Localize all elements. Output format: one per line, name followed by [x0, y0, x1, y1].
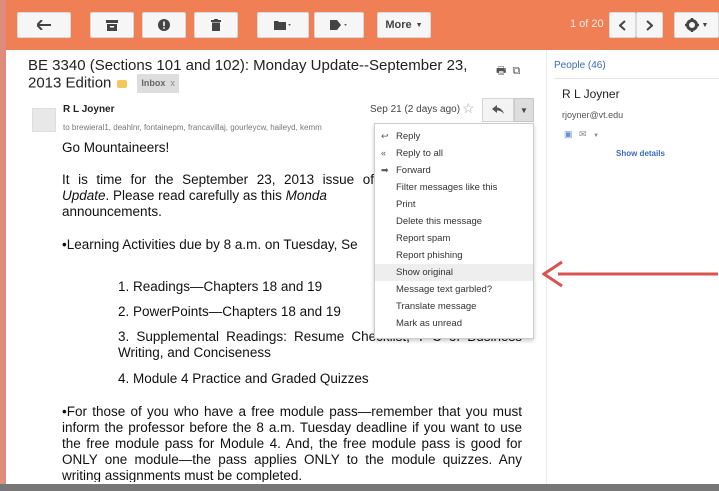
menu-item-label: Message text garbled? — [396, 284, 493, 295]
new-window-icon[interactable]: ⧉ — [512, 65, 520, 77]
menu-item-filter[interactable]: Filter messages like this — [375, 179, 533, 196]
chevron-right-icon — [646, 19, 653, 31]
pager-text: 1 of 20 — [570, 18, 604, 30]
menu-item-label: Forward — [396, 165, 431, 176]
chevron-down-icon: ▼ — [701, 21, 709, 29]
forward-icon: ➡ — [381, 165, 389, 175]
menu-item-translate[interactable]: Translate message — [375, 298, 533, 315]
subject-actions: 🖶 ⧉ — [496, 62, 520, 81]
remove-label-icon[interactable]: x — [170, 78, 175, 88]
reply-all-icon: « — [381, 148, 387, 158]
chat-icon[interactable]: ▣ — [564, 129, 573, 139]
more-options-button[interactable]: ▼ — [514, 98, 534, 122]
toolbar: More ▼ 1 of 20 ▼ — [6, 0, 719, 50]
print-all-icon[interactable]: 🖶 — [496, 65, 506, 77]
menu-item-reply[interactable]: ↩ Reply — [375, 128, 533, 145]
settings-icon — [684, 18, 699, 32]
menu-item-garbled[interactable]: Message text garbled? — [375, 281, 533, 298]
avatar — [32, 108, 56, 132]
importance-marker-icon[interactable] — [117, 79, 128, 88]
p1-part-b: Update — [62, 188, 106, 203]
inbox-label[interactable]: Inbox x — [137, 74, 179, 93]
menu-item-reply-to-all[interactable]: « Reply to all — [375, 145, 533, 162]
menu-item-mark-unread[interactable]: Mark as unread — [375, 315, 533, 332]
back-icon — [37, 20, 51, 30]
message-date: Sep 21 (2 days ago) — [370, 104, 461, 115]
contact-actions: ▣ ✉ ▼ — [564, 129, 599, 140]
list-item: 4. Module 4 Practice and Graded Quizzes — [118, 371, 369, 386]
reply-icon — [492, 101, 504, 119]
menu-item-forward[interactable]: ➡ Forward — [375, 162, 533, 179]
menu-item-label: Delete this message — [396, 216, 483, 227]
menu-item-label: Report phishing — [396, 250, 463, 261]
p1-part-e: announcements. — [62, 204, 162, 219]
menu-item-label: Mark as unread — [396, 318, 463, 329]
settings-button[interactable]: ▼ — [674, 12, 719, 38]
report-spam-button[interactable] — [142, 12, 186, 38]
reply-button[interactable] — [482, 98, 514, 122]
message-actions-menu: ↩ Reply « Reply to all ➡ Forward Filter mes… — [374, 123, 534, 339]
reply-icon: ↩ — [381, 131, 389, 141]
subject-line: BE 3340 (Sections 101 and 102): Monday U… — [28, 57, 468, 93]
menu-item-print[interactable]: Print — [375, 196, 533, 213]
menu-item-label: Reply — [396, 131, 421, 142]
archive-button[interactable] — [90, 12, 134, 38]
back-button[interactable] — [17, 12, 71, 38]
menu-item-label: Translate message — [396, 301, 477, 312]
gmail-window: More ▼ 1 of 20 ▼ BE 3340 (Sections 101 a… — [6, 0, 719, 484]
older-button[interactable] — [636, 12, 663, 38]
report-spam-icon — [158, 19, 170, 31]
star-icon[interactable]: ☆ — [462, 100, 475, 117]
contact-card: R L Joyner rjoyner@vt.edu ▣ ✉ ▼ Show det… — [554, 78, 719, 161]
p1-part-d: Monda — [285, 188, 327, 203]
p1-part-a: It is time for the September 23, 2013 is… — [62, 172, 374, 187]
more-label: More — [385, 19, 412, 31]
email-icon[interactable]: ✉ — [579, 129, 587, 139]
annotation-arrow-icon — [542, 260, 718, 288]
archive-icon — [106, 19, 118, 31]
subject-text: BE 3340 (Sections 101 and 102): Monday U… — [28, 57, 468, 92]
labels-button[interactable] — [314, 12, 364, 38]
body-paragraph-1: It is time for the September 23, 2013 is… — [62, 172, 374, 220]
menu-item-report-phishing[interactable]: Report phishing — [375, 247, 533, 264]
folder-icon — [274, 20, 292, 30]
delete-button[interactable] — [194, 12, 238, 38]
move-to-button[interactable] — [257, 12, 309, 38]
menu-item-label: Report spam — [396, 233, 451, 244]
people-link[interactable]: People (46) — [554, 60, 606, 71]
p1-part-c: . Please read carefully as this — [105, 188, 282, 203]
newer-button[interactable] — [609, 12, 636, 38]
contact-name: R L Joyner — [562, 87, 620, 101]
more-button[interactable]: More ▼ — [377, 12, 431, 38]
menu-item-label: Show original — [396, 267, 454, 278]
chevron-down-icon: ▼ — [415, 21, 423, 29]
sender-name[interactable]: R L Joyner — [63, 104, 115, 115]
body-paragraph-3: •For those of you who have a free module… — [62, 404, 522, 482]
menu-item-report-spam[interactable]: Report spam — [375, 230, 533, 247]
contact-email: rjoyner@vt.edu — [562, 110, 624, 120]
label-icon — [330, 20, 348, 30]
chevron-down-icon[interactable]: ▼ — [593, 133, 599, 139]
inbox-label-text: Inbox — [141, 78, 166, 88]
chevron-down-icon: ▼ — [520, 105, 528, 115]
screen-edge — [0, 484, 719, 491]
menu-item-show-original[interactable]: Show original — [375, 264, 533, 281]
chevron-left-icon — [619, 19, 626, 31]
menu-item-label: Print — [396, 199, 416, 210]
menu-item-label: Reply to all — [396, 148, 443, 159]
recipients-list[interactable]: to brewieral1, deahlnr, fontainepm, fran… — [63, 123, 322, 132]
menu-item-delete[interactable]: Delete this message — [375, 213, 533, 230]
delete-icon — [211, 19, 221, 31]
show-details-link[interactable]: Show details — [616, 149, 665, 158]
menu-item-label: Filter messages like this — [396, 182, 498, 193]
